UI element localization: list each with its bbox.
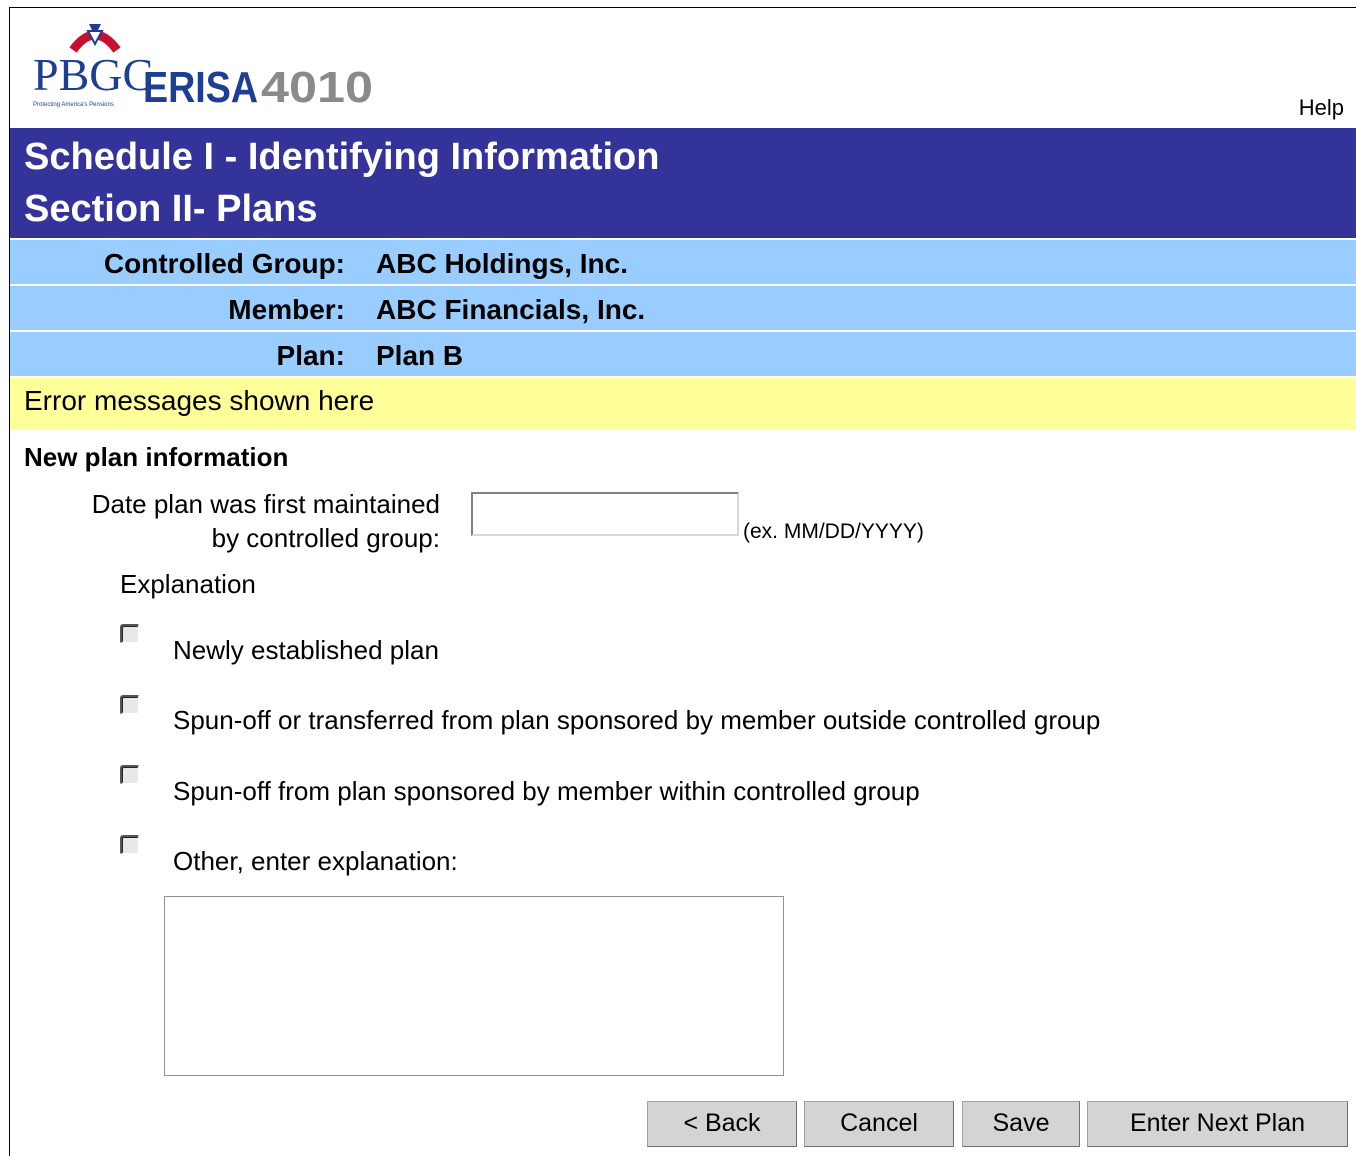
member-label: Member: [228,294,345,325]
logo-4010-text: 4010 [261,63,373,112]
page-title: Schedule I - Identifying Information [24,136,660,178]
controlled-group-label: Controlled Group: [103,248,345,279]
option-newly-established-label: Newly established plan [173,635,439,665]
date-format-hint: (ex. MM/DD/YYYY) [743,520,924,543]
enter-next-plan-button[interactable]: Enter Next Plan [1087,1101,1348,1147]
date-first-maintained-label: Date plan was first maintained by contro… [92,487,440,555]
error-message-text: Error messages shown here [24,385,375,416]
radio-other[interactable] [120,835,140,855]
pbgc-erisa-logo: PBGC ERISA 4010 Protecting America's Pen… [33,22,378,112]
date-label-line1: Date plan was first maintained [91,489,440,519]
new-plan-heading: New plan information [24,442,289,472]
radio-newly-established[interactable] [120,624,140,644]
date-first-maintained-input[interactable] [471,492,739,536]
plan-value: Plan B [376,340,464,371]
plan-row: Plan: Plan B [10,332,1356,376]
error-message-bar: Error messages shown here [10,378,1356,430]
plan-label: Plan: [276,340,345,371]
logo-erisa-text: ERISA [143,63,258,112]
radio-spun-off-outside[interactable] [120,695,140,715]
section-title: Section II- Plans [24,188,318,230]
help-link[interactable]: Help [1299,95,1344,121]
member-row: Member: ABC Financials, Inc. [10,286,1356,330]
controlled-group-row: Controlled Group: ABC Holdings, Inc. [10,240,1356,284]
radio-spun-off-within[interactable] [120,765,140,785]
option-spun-off-within-label: Spun-off from plan sponsored by member w… [173,776,920,806]
logo-tagline: Protecting America's Pensions [33,102,114,108]
other-explanation-textarea[interactable] [164,896,784,1076]
option-spun-off-outside-label: Spun-off or transferred from plan sponso… [173,705,1101,735]
member-value: ABC Financials, Inc. [376,294,646,325]
save-button[interactable]: Save [962,1101,1080,1147]
title-bar: Schedule I - Identifying Information Sec… [10,128,1356,238]
logo-pbgc-text: PBGC [33,49,153,100]
cancel-button[interactable]: Cancel [804,1101,954,1147]
explanation-label: Explanation [120,569,256,599]
option-other-label: Other, enter explanation: [173,846,458,876]
back-button[interactable]: < Back [647,1101,797,1147]
date-label-line2: by controlled group: [211,523,440,553]
controlled-group-value: ABC Holdings, Inc. [376,248,628,279]
